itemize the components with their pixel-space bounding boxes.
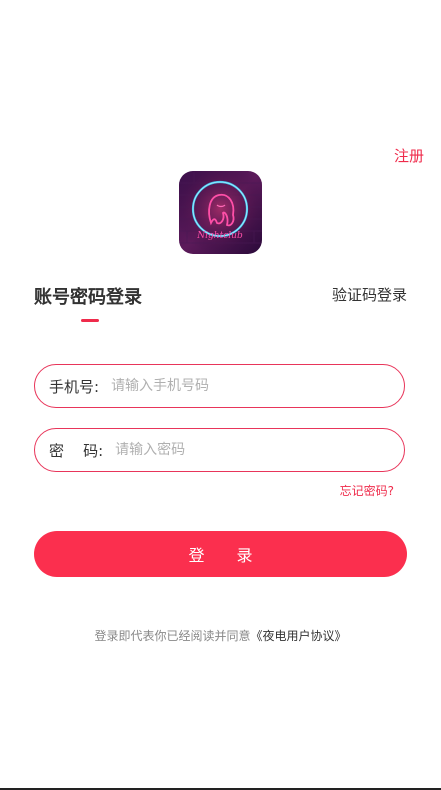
- logo-graphic: Nightclub: [179, 171, 262, 254]
- agreement-prefix: 登录即代表你已经阅读并同意: [94, 629, 251, 643]
- active-tab-indicator: [81, 319, 99, 322]
- password-input[interactable]: [113, 441, 404, 459]
- password-label: 密 码:: [49, 441, 104, 460]
- tab-code-login[interactable]: 验证码登录: [332, 284, 407, 305]
- forgot-password-link[interactable]: 忘记密码?: [340, 482, 394, 499]
- register-link[interactable]: 注册: [394, 145, 424, 166]
- phone-input[interactable]: [109, 377, 404, 395]
- phone-label: 手机号:: [49, 377, 100, 396]
- logo-script-text: Nightclub: [196, 231, 243, 241]
- nightclub-logo-icon: Nightclub: [179, 171, 262, 254]
- tab-password-login[interactable]: 账号密码登录: [34, 283, 142, 309]
- login-button[interactable]: 登 录: [34, 531, 407, 577]
- phone-field[interactable]: 手机号:: [34, 364, 405, 408]
- user-agreement-link[interactable]: 《夜电用户协议》: [251, 629, 347, 643]
- password-field[interactable]: 密 码:: [34, 428, 405, 472]
- agreement-text: 登录即代表你已经阅读并同意《夜电用户协议》: [0, 627, 441, 644]
